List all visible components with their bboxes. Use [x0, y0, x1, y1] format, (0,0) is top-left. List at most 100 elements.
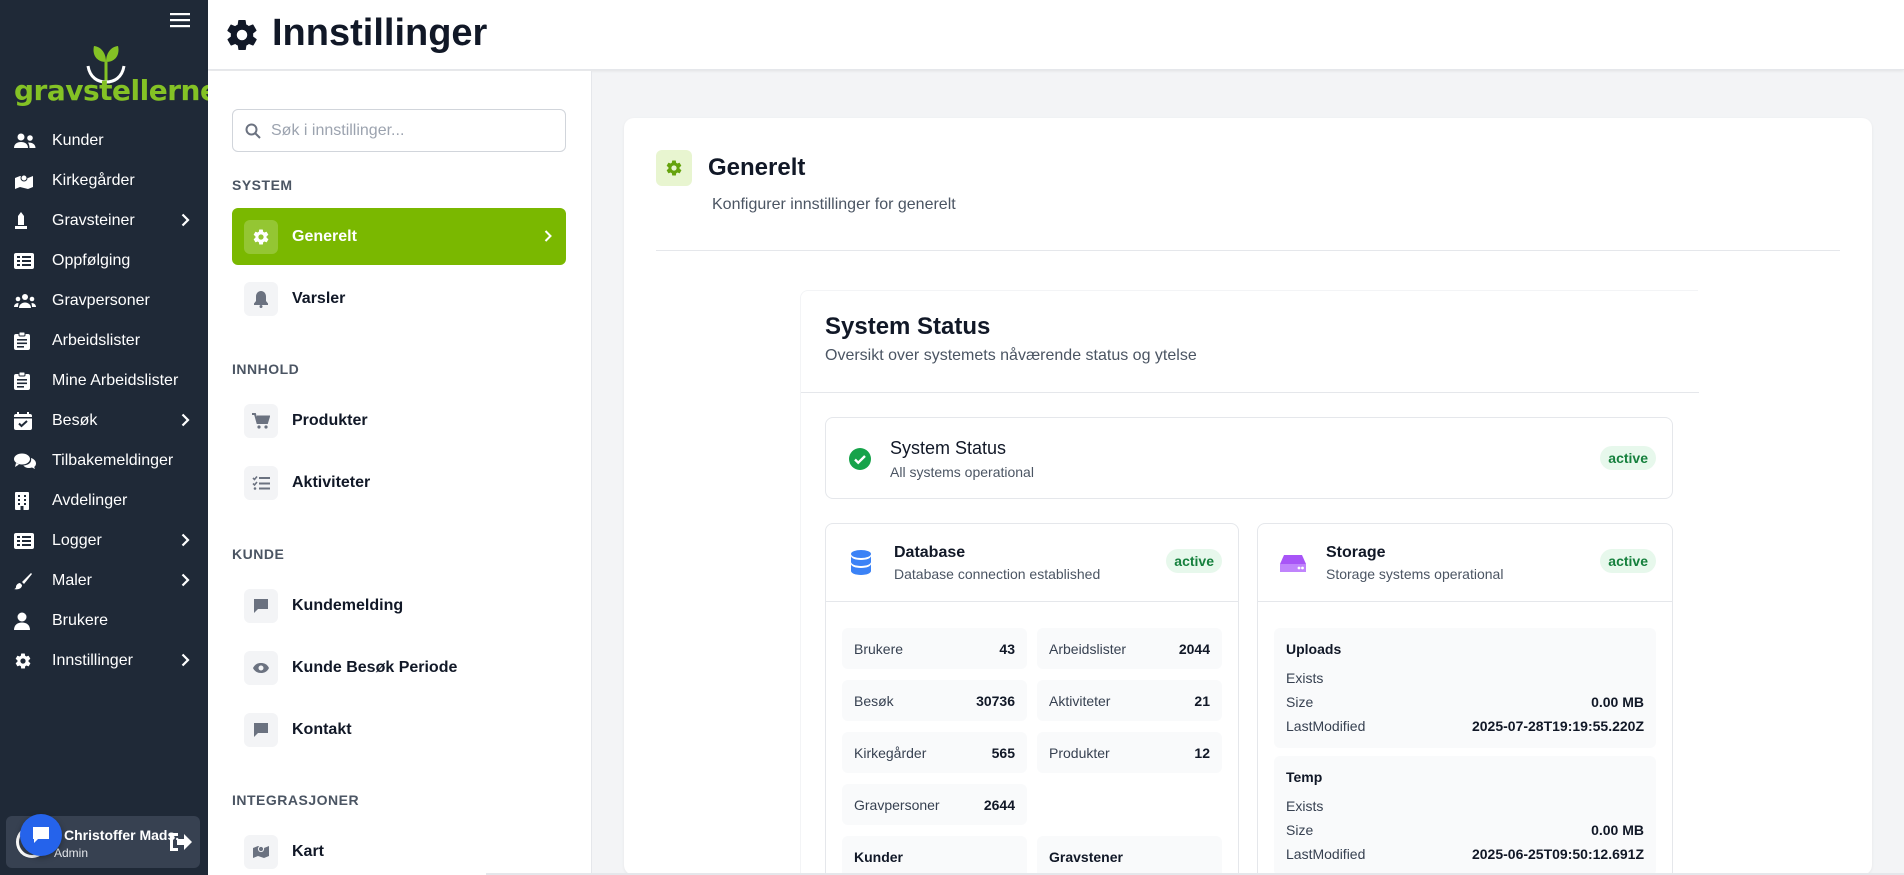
sidebar-item-maler[interactable]: Maler: [0, 561, 208, 601]
settings-item-varsler[interactable]: Varsler: [232, 270, 566, 327]
sidebar-item-tilbakemeldinger[interactable]: Tilbakemeldinger: [0, 441, 208, 481]
building-icon: [14, 492, 38, 510]
stat-produkter: Produkter 12: [1037, 732, 1222, 773]
settings-item-label: Kunde Besøk Periode: [292, 658, 458, 676]
row-label: LastModified: [1286, 718, 1366, 734]
stat-gravpersoner: Gravpersoner 2644: [842, 784, 1027, 825]
logout-icon[interactable]: [168, 831, 192, 853]
stat-value: 565: [991, 745, 1015, 761]
panel-subtitle: Oversikt over systemets nåværende status…: [825, 347, 1197, 364]
sidebar-item-innstillinger[interactable]: Innstillinger: [0, 641, 208, 681]
storage-row-modified: LastModified 2025-06-25T09:50:12.691Z: [1286, 846, 1644, 862]
stat-value: 30736: [976, 693, 1015, 709]
user-name: Christoffer Mads...: [64, 827, 180, 843]
calendar-check-icon: [14, 412, 38, 430]
stat-label: Besøk: [854, 693, 894, 709]
chevron-right-icon[interactable]: [181, 413, 190, 427]
hamburger-menu-icon[interactable]: [170, 12, 190, 28]
logo[interactable]: gravstellerne: [14, 44, 219, 108]
settings-item-label: Produkter: [292, 411, 368, 429]
list-check-icon: [244, 465, 278, 500]
gear-icon: [224, 17, 260, 53]
row-label: Size: [1286, 822, 1314, 838]
chevron-right-icon[interactable]: [181, 653, 190, 667]
sidebar-item-label: Besøk: [52, 412, 98, 429]
stat-value: 12: [1194, 745, 1210, 761]
sidebar-item-gravpersoner[interactable]: Gravpersoner: [0, 281, 208, 321]
storage-row-size: Size 0.00 MB: [1286, 694, 1644, 710]
sidebar-item-brukere[interactable]: Brukere: [0, 601, 208, 641]
stat-label: Kirkegårder: [854, 745, 927, 761]
stat-arbeidslister: Arbeidslister 2044: [1037, 628, 1222, 669]
message-icon: [244, 588, 278, 623]
search-icon: [245, 123, 261, 139]
row-value: 2025-07-28T19:19:55.220Z: [1471, 718, 1644, 734]
section-title-kunde: KUNDE: [232, 546, 285, 562]
storage-description: Storage systems operational: [1326, 566, 1504, 582]
settings-item-label: Varsler: [292, 289, 346, 307]
chevron-right-icon[interactable]: [181, 213, 190, 227]
stat-label: Produkter: [1049, 745, 1110, 761]
user-icon: [14, 612, 38, 630]
search-input[interactable]: [271, 110, 561, 151]
sidebar-item-logger[interactable]: Logger: [0, 521, 208, 561]
brand-name: gravstellerne: [14, 74, 219, 107]
settings-nav: SYSTEM Generelt Varsler INNHOLD Produkte…: [208, 71, 592, 875]
section-heading: Generelt: [708, 154, 806, 181]
sidebar-item-kunder[interactable]: Kunder: [0, 121, 208, 161]
chat-bubble-icon: [33, 827, 49, 843]
row-label: Size: [1286, 694, 1314, 710]
row-label: Exists: [1286, 798, 1324, 814]
settings-search[interactable]: [232, 109, 566, 152]
sidebar-item-arbeidslister[interactable]: Arbeidslister: [0, 321, 208, 361]
sidebar-item-label: Kirkegårder: [52, 172, 135, 189]
settings-item-kunde-besok-periode[interactable]: Kunde Besøk Periode: [232, 639, 566, 696]
sidebar-item-oppfolging[interactable]: Oppfølging: [0, 241, 208, 281]
clipboard-icon: [14, 372, 38, 390]
stat-brukere: Brukere 43: [842, 628, 1027, 669]
page-title: Innstillinger: [272, 12, 488, 54]
sidebar-item-label: Gravsteiner: [52, 212, 135, 229]
monument-icon: [14, 212, 38, 230]
divider: [801, 392, 1699, 393]
sidebar-item-label: Tilbakemeldinger: [52, 452, 174, 469]
settings-item-label: Kundemelding: [292, 596, 404, 614]
row-value: 2025-06-25T09:50:12.691Z: [1471, 846, 1644, 862]
status-badge: active: [1600, 446, 1656, 470]
sidebar-item-kirkegarder[interactable]: Kirkegårder: [0, 161, 208, 201]
settings-item-generelt[interactable]: Generelt: [232, 208, 566, 265]
sidebar-item-avdelinger[interactable]: Avdelinger: [0, 481, 208, 521]
stat-kirkegarder: Kirkegårder 565: [842, 732, 1027, 773]
chevron-right-icon[interactable]: [181, 533, 190, 547]
storage-entry-uploads: Uploads Exists Size 0.00 MB LastModified 2…: [1274, 628, 1656, 748]
settings-item-kart[interactable]: Kart: [232, 823, 566, 875]
sidebar-item-mine-arbeidslister[interactable]: Mine Arbeidslister: [0, 361, 208, 401]
settings-item-label: Generelt: [292, 227, 357, 245]
row-value: 0.00 MB: [1591, 822, 1644, 838]
database-title: Database: [894, 544, 966, 561]
sidebar-item-gravsteiner[interactable]: Gravsteiner: [0, 201, 208, 241]
stat-value: 43: [999, 641, 1015, 657]
chat-button[interactable]: [20, 814, 62, 856]
top-bar: Innstillinger: [208, 0, 1904, 70]
chevron-right-icon[interactable]: [181, 573, 190, 587]
stat-group-title: Gravstener: [1049, 849, 1123, 865]
gear-icon: [14, 652, 38, 670]
storage-entry-temp: Temp Exists Size 0.00 MB LastModified 2025…: [1274, 756, 1656, 875]
section-description: Konfigurer innstillinger for generelt: [712, 196, 956, 213]
settings-item-produkter[interactable]: Produkter: [232, 392, 566, 449]
storage-entry-name: Uploads: [1286, 641, 1342, 657]
sidebar-nav: Kunder Kirkegårder Gravsteiner Oppfølging Gr…: [0, 121, 208, 681]
settings-item-aktiviteter[interactable]: Aktiviteter: [232, 454, 566, 511]
user-role: Admin: [54, 846, 89, 860]
stat-group-kunder: Kunder: [842, 836, 1027, 875]
map-icon: [14, 172, 38, 190]
brush-icon: [14, 572, 38, 590]
status-title: System Status: [890, 438, 1007, 458]
settings-item-label: Aktiviteter: [292, 473, 371, 491]
settings-item-kontakt[interactable]: Kontakt: [232, 701, 566, 758]
sidebar-item-besok[interactable]: Besøk: [0, 401, 208, 441]
database-description: Database connection established: [894, 566, 1101, 582]
eye-icon: [244, 650, 278, 685]
settings-item-kundemelding[interactable]: Kundemelding: [232, 577, 566, 634]
